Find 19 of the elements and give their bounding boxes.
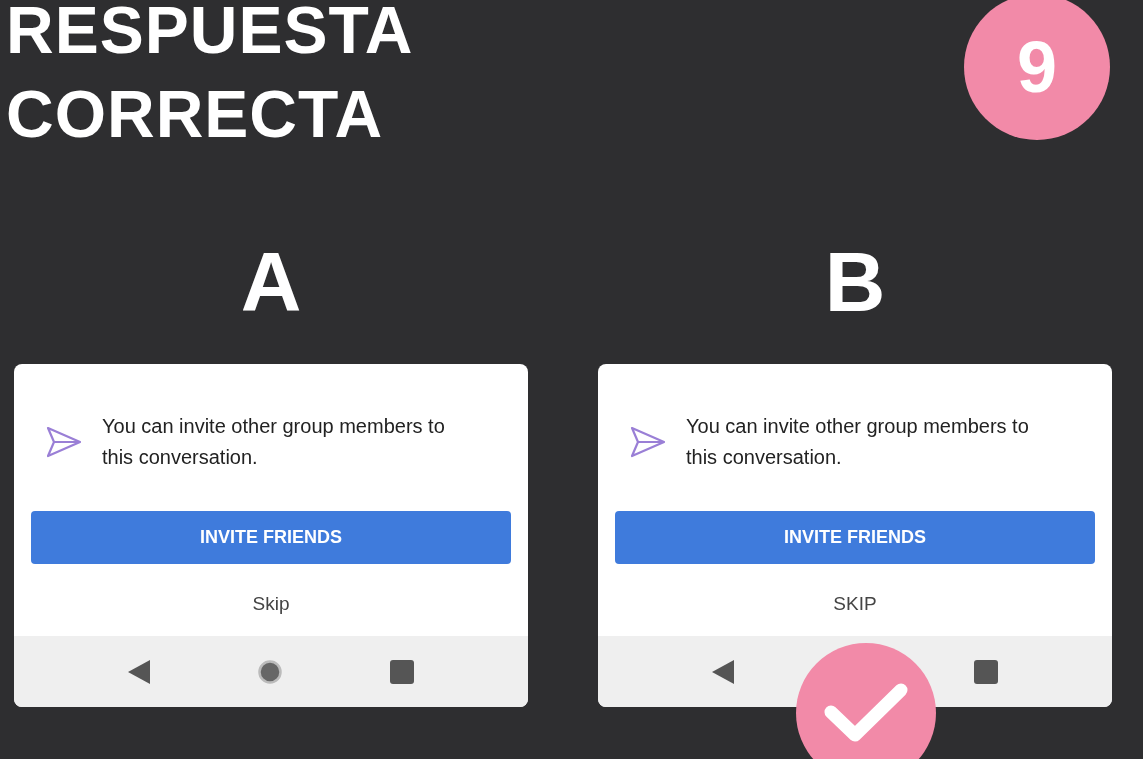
send-icon — [630, 425, 666, 459]
back-icon[interactable] — [128, 659, 150, 684]
question-number-badge: 9 — [964, 0, 1110, 140]
slide-title: CORRECTA — [6, 76, 385, 153]
message-text: You can invite other group members to this conversation. — [102, 414, 446, 470]
recents-icon[interactable] — [390, 659, 414, 684]
check-icon — [823, 682, 909, 744]
slide-title: RESPUESTA — [6, 0, 414, 69]
option-letter: A — [240, 240, 302, 324]
invite-button[interactable]: INVITE FRIENDS — [615, 511, 1095, 564]
skip-link[interactable]: Skip — [252, 593, 290, 615]
recents-icon[interactable] — [974, 659, 998, 684]
invite-button[interactable]: INVITE FRIENDS — [31, 511, 511, 564]
skip-link[interactable]: SKIP — [833, 593, 877, 615]
option-letter: B — [824, 240, 886, 324]
home-icon[interactable] — [258, 659, 282, 684]
message-text: You can invite other group members to this conversation. — [686, 414, 1030, 470]
back-icon[interactable] — [712, 659, 734, 684]
send-icon — [46, 425, 82, 459]
